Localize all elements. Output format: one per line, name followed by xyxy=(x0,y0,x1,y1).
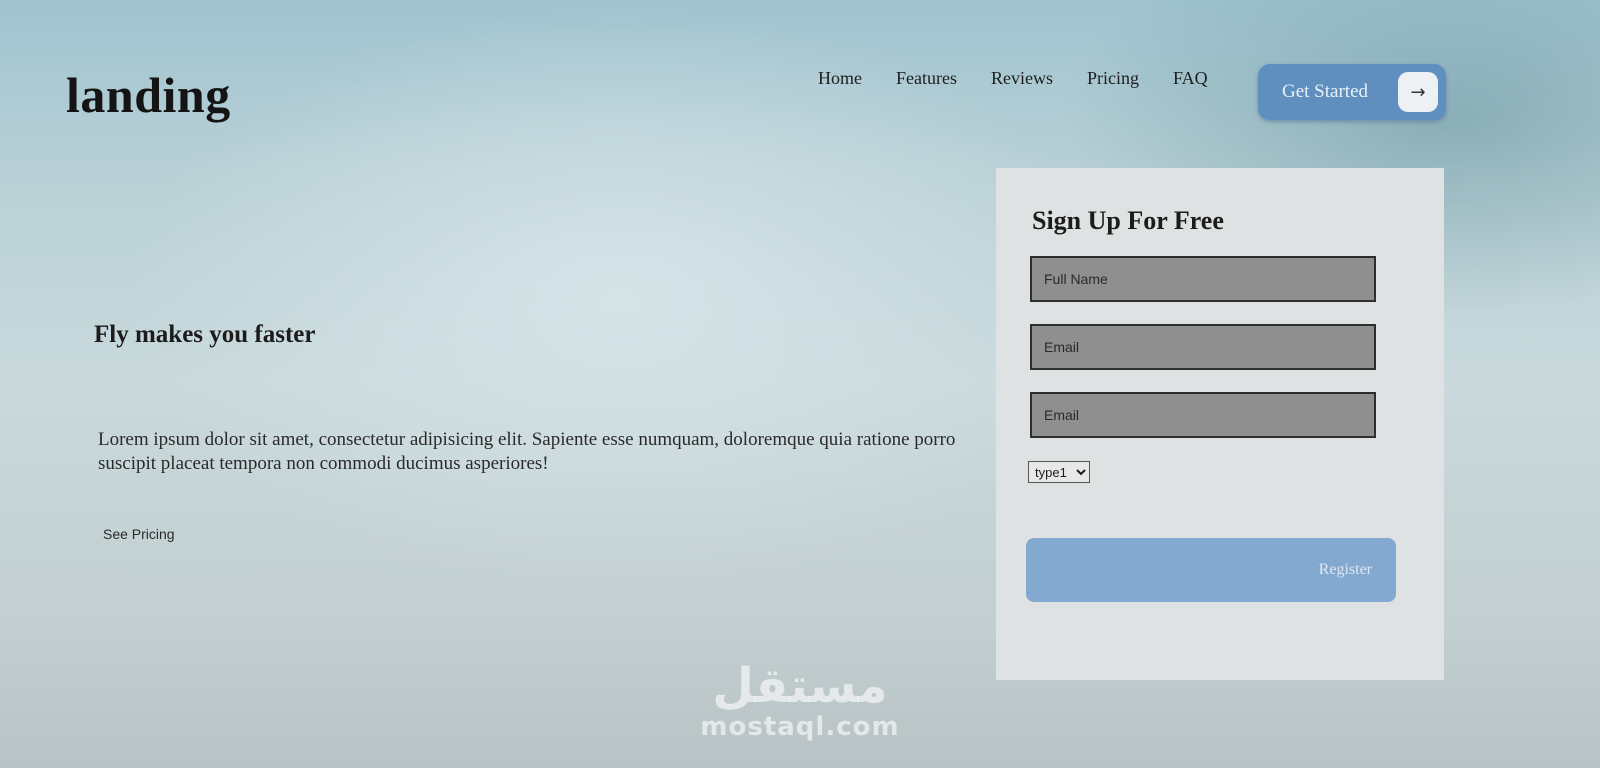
nav-home[interactable]: Home xyxy=(818,68,862,89)
signup-card: Sign Up For Free type1 Register xyxy=(996,168,1444,680)
hero-description: Lorem ipsum dolor sit amet, consectetur … xyxy=(98,429,956,474)
get-started-label: Get Started xyxy=(1282,81,1369,102)
register-button[interactable]: Register xyxy=(1026,538,1396,602)
nav-features[interactable]: Features xyxy=(896,68,957,89)
nav-reviews[interactable]: Reviews xyxy=(991,68,1053,89)
main-nav: Home Features Reviews Pricing FAQ xyxy=(818,68,1208,89)
nav-pricing[interactable]: Pricing xyxy=(1087,68,1139,89)
nav-faq[interactable]: FAQ xyxy=(1173,68,1208,89)
watermark-arabic: مستقل xyxy=(712,658,888,714)
watermark: مستقل mostaql.com xyxy=(700,660,900,742)
full-name-field[interactable] xyxy=(1030,256,1376,302)
watermark-latin: mostaql.com xyxy=(700,712,900,742)
signup-title: Sign Up For Free xyxy=(1032,206,1224,235)
see-pricing-link[interactable]: See Pricing xyxy=(103,526,175,542)
site-logo[interactable]: landing xyxy=(66,66,231,124)
get-started-button[interactable]: Get Started → xyxy=(1258,64,1446,120)
email-field[interactable] xyxy=(1030,324,1376,370)
arrow-right-icon: → xyxy=(1398,72,1438,112)
type-select[interactable]: type1 xyxy=(1028,461,1090,483)
hero-title: Fly makes you faster xyxy=(94,321,316,348)
email-field-secondary[interactable] xyxy=(1030,392,1376,438)
